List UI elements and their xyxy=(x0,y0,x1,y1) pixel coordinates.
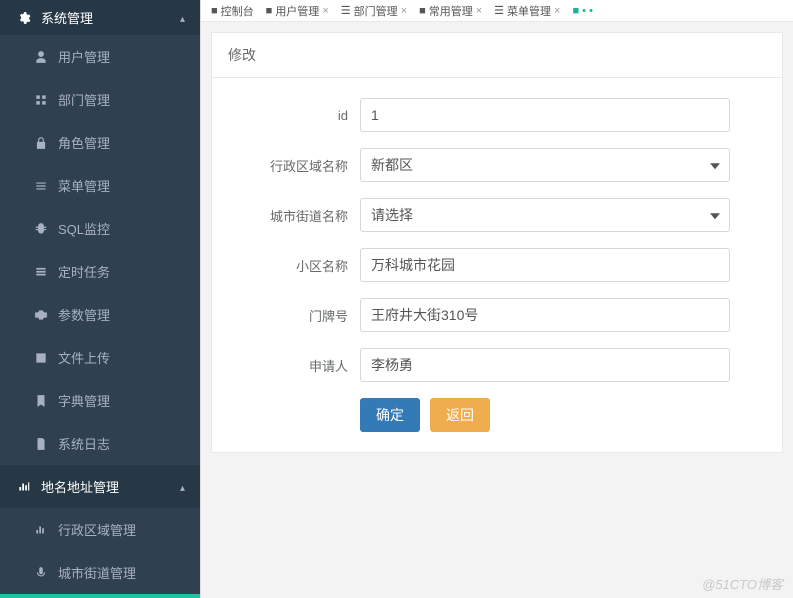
sidebar-item-label: 菜单管理 xyxy=(58,176,110,195)
panel-title: 修改 xyxy=(212,33,782,78)
tab[interactable]: ■ 用户管理 × xyxy=(260,1,335,21)
close-icon[interactable]: × xyxy=(554,5,560,17)
list-icon xyxy=(32,179,50,193)
community-input[interactable] xyxy=(360,248,730,282)
sidebar-item-dict[interactable]: 字典管理 xyxy=(0,379,200,422)
sidebar-item-label: 用户管理 xyxy=(58,47,110,66)
sidebar-item-cron[interactable]: 定时任务 xyxy=(0,250,200,293)
door-input[interactable] xyxy=(360,298,730,332)
applicant-label: 申请人 xyxy=(228,356,348,375)
street-select[interactable]: 请选择 xyxy=(360,198,730,232)
form-row-door: 门牌号 xyxy=(228,298,766,332)
community-label: 小区名称 xyxy=(228,256,348,275)
tabs-bar: ■ 控制台 ■ 用户管理 × ☰ 部门管理 × ■ 常用管理 × ☰ 菜单管理 … xyxy=(201,0,793,22)
image-icon xyxy=(32,351,50,365)
sidebar-item-label: 系统日志 xyxy=(58,434,110,453)
sidebar-item-label: 角色管理 xyxy=(58,133,110,152)
sidebar-item-door[interactable]: 门牌申请管理 xyxy=(0,594,200,598)
cog-icon xyxy=(32,308,50,322)
mic-icon xyxy=(32,566,50,580)
sidebar-group-system[interactable]: 系统管理 xyxy=(0,0,200,35)
sidebar-item-role[interactable]: 角色管理 xyxy=(0,121,200,164)
sidebar-group-address[interactable]: 地名地址管理 xyxy=(0,465,200,508)
form-row-applicant: 申请人 xyxy=(228,348,766,382)
sidebar-item-label: 定时任务 xyxy=(58,262,110,281)
form-row-id: id xyxy=(228,98,766,132)
close-icon[interactable]: × xyxy=(476,5,482,17)
close-icon[interactable]: × xyxy=(322,5,328,17)
edit-panel: 修改 id 行政区域名称 新都区 城市街道名称 xyxy=(211,32,783,453)
region-select[interactable]: 新都区 xyxy=(360,148,730,182)
org-icon xyxy=(32,93,50,107)
sidebar-item-menu[interactable]: 菜单管理 xyxy=(0,164,200,207)
sidebar-item-label: 城市街道管理 xyxy=(58,563,136,582)
sidebar-group-label: 系统管理 xyxy=(41,8,93,27)
sidebar: 系统管理 用户管理 部门管理 角色管理 菜单管理 SQL监控 定时任务 xyxy=(0,0,201,598)
sidebar-item-street[interactable]: 城市街道管理 xyxy=(0,551,200,594)
sidebar-item-label: 文件上传 xyxy=(58,348,110,367)
chart-icon xyxy=(15,480,33,494)
sidebar-item-log[interactable]: 系统日志 xyxy=(0,422,200,465)
bookmark-icon xyxy=(32,394,50,408)
sidebar-group-label: 地名地址管理 xyxy=(41,477,119,496)
sidebar-item-region[interactable]: 行政区域管理 xyxy=(0,508,200,551)
street-label: 城市街道名称 xyxy=(228,206,348,225)
id-label: id xyxy=(228,108,348,123)
id-input[interactable] xyxy=(360,98,730,132)
button-row: 确定 返回 xyxy=(360,398,766,432)
tasks-icon xyxy=(32,265,50,279)
tab[interactable]: ☰ 菜单管理 × xyxy=(488,1,566,21)
region-label: 行政区域名称 xyxy=(228,156,348,175)
tab[interactable]: ■ • • xyxy=(566,3,598,19)
sidebar-item-label: 行政区域管理 xyxy=(58,520,136,539)
close-icon[interactable]: × xyxy=(401,5,407,17)
ok-button[interactable]: 确定 xyxy=(360,398,420,432)
back-button[interactable]: 返回 xyxy=(430,398,490,432)
sidebar-item-label: 部门管理 xyxy=(58,90,110,109)
form-row-region: 行政区域名称 新都区 xyxy=(228,148,766,182)
tab[interactable]: ☰ 部门管理 × xyxy=(335,1,413,21)
sidebar-item-dept[interactable]: 部门管理 xyxy=(0,78,200,121)
form-row-community: 小区名称 xyxy=(228,248,766,282)
tab[interactable]: ■ 常用管理 × xyxy=(413,1,488,21)
door-label: 门牌号 xyxy=(228,306,348,325)
sidebar-item-label: 参数管理 xyxy=(58,305,110,324)
bug-icon xyxy=(32,222,50,236)
form-row-street: 城市街道名称 请选择 xyxy=(228,198,766,232)
user-icon xyxy=(32,50,50,64)
chart-icon xyxy=(32,523,50,537)
tab[interactable]: ■ 控制台 xyxy=(205,1,260,21)
file-icon xyxy=(32,437,50,451)
sidebar-item-label: 字典管理 xyxy=(58,391,110,410)
app-layout: 系统管理 用户管理 部门管理 角色管理 菜单管理 SQL监控 定时任务 xyxy=(0,0,793,598)
lock-icon xyxy=(32,136,50,150)
applicant-input[interactable] xyxy=(360,348,730,382)
panel-body: id 行政区域名称 新都区 城市街道名称 请选择 xyxy=(212,78,782,452)
sidebar-item-label: SQL监控 xyxy=(58,219,110,238)
gear-icon xyxy=(15,11,33,25)
sidebar-item-sql[interactable]: SQL监控 xyxy=(0,207,200,250)
watermark: @51CTO博客 xyxy=(702,574,783,593)
chevron-up-icon xyxy=(180,479,185,494)
sidebar-item-params[interactable]: 参数管理 xyxy=(0,293,200,336)
sidebar-item-upload[interactable]: 文件上传 xyxy=(0,336,200,379)
chevron-up-icon xyxy=(180,10,185,25)
sidebar-item-users[interactable]: 用户管理 xyxy=(0,35,200,78)
main-content: ■ 控制台 ■ 用户管理 × ☰ 部门管理 × ■ 常用管理 × ☰ 菜单管理 … xyxy=(201,0,793,598)
